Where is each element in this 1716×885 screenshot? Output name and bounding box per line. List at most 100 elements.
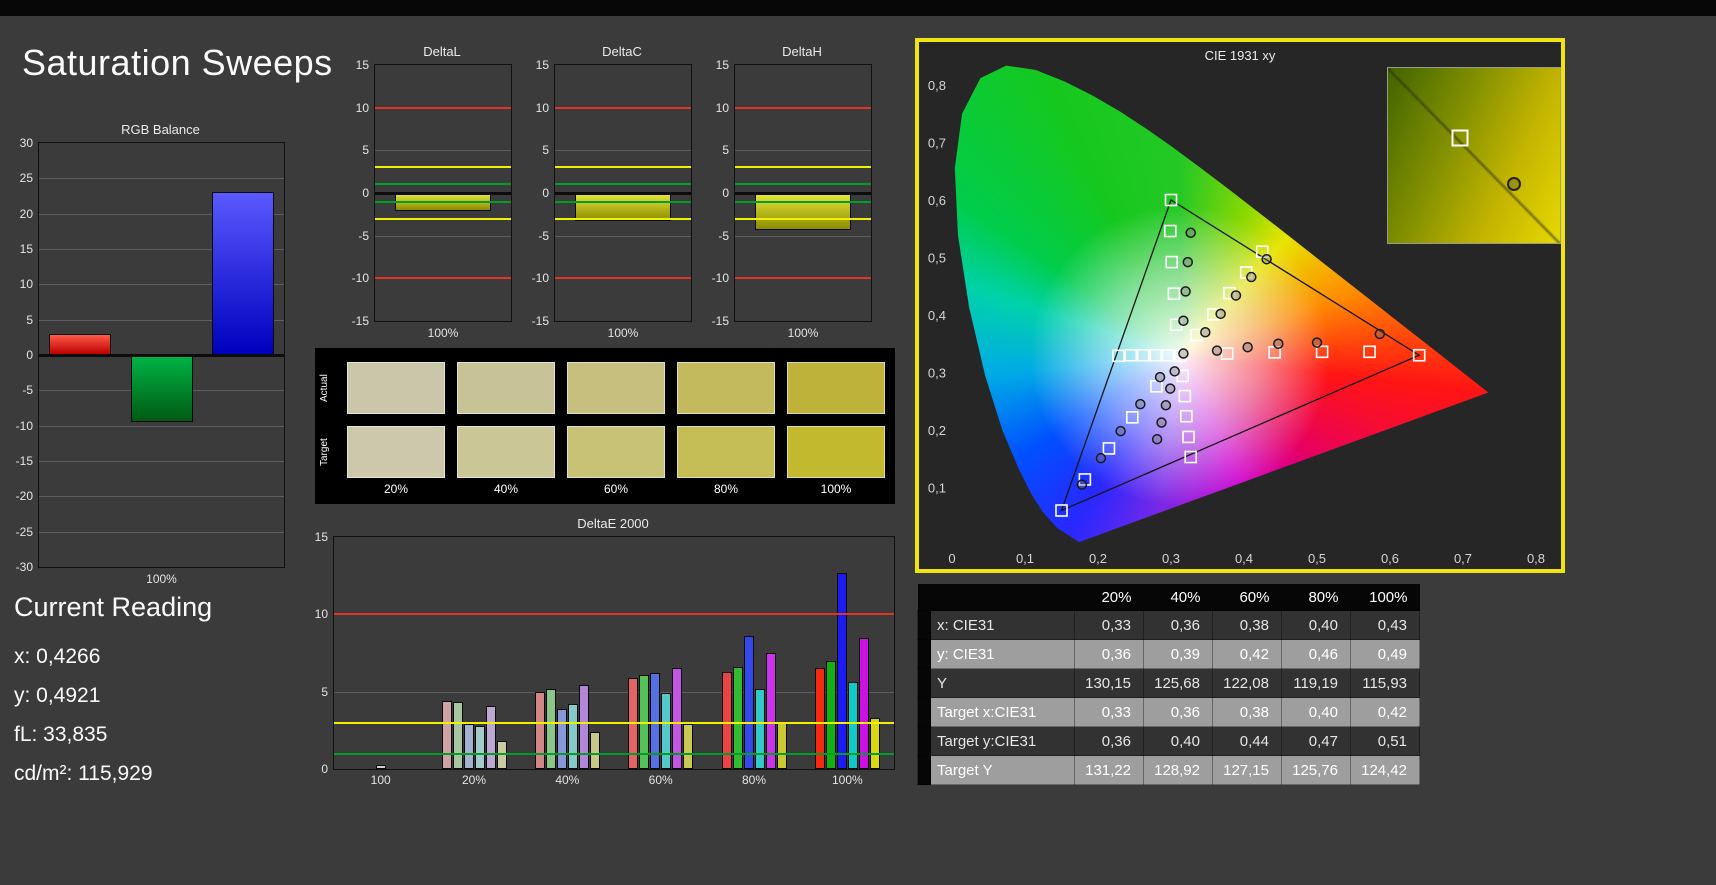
delta-l-plot: -15 -10 -5 0 5 10 15 100% (352, 58, 512, 340)
table-value: 0,38 (1212, 697, 1282, 727)
measured-marker (1135, 398, 1146, 410)
x-tick-label: 0,5 (1308, 551, 1326, 566)
y-tick-label: 25 (19, 171, 33, 186)
y-tick-label: 15 (314, 530, 328, 544)
x-tick-label: 0,4 (1235, 551, 1253, 566)
page-title: Saturation Sweeps (22, 42, 333, 83)
delta-h-chart[interactable]: DeltaH -15 -10 -5 0 5 10 15 100% (700, 42, 886, 348)
table-value: 0,47 (1281, 726, 1351, 756)
table-value: 130,15 (1074, 668, 1144, 698)
table-value: 0,36 (1074, 726, 1144, 756)
measured-marker (1200, 327, 1211, 338)
reading-y: y: 0,4921 (14, 684, 101, 707)
y-tick-label: 0,8 (928, 78, 946, 93)
group-label: 100 (370, 773, 391, 787)
y-tick-label: 0,5 (928, 251, 946, 266)
deltae-bar (485, 705, 496, 769)
target-marker (1126, 411, 1139, 424)
guide-line (334, 752, 894, 755)
measured-marker (1182, 256, 1194, 268)
cie-diagram-panel[interactable]: 0 0,1 0,2 0,3 0,4 0,5 0,6 0,7 0,8 0,1 0,2 0,3 0,4 0,5… (915, 38, 1565, 573)
table-value: 124,42 (1350, 755, 1420, 785)
target-marker (1161, 348, 1175, 362)
x-tick-label: 0,7 (1454, 551, 1472, 566)
table-value: 0,36 (1143, 610, 1213, 640)
guide-line (375, 217, 511, 220)
measured-marker (1215, 308, 1226, 320)
y-tick-label: 0 (26, 348, 33, 362)
target-marker (1149, 348, 1162, 362)
y-tick-label: -5 (538, 228, 549, 243)
measured-marker (1160, 400, 1172, 411)
delta-e-chart[interactable]: DeltaE 2000 0 5 10 15 100 20% 40% 60% 80% 100% (315, 510, 907, 790)
x-tick-label: 0,1 (1016, 551, 1034, 566)
y-tick-label: 0 (362, 186, 369, 200)
deltae-bar (545, 688, 556, 769)
table-col-header: 60% (1212, 584, 1282, 611)
table-value: 0,49 (1350, 639, 1420, 669)
guide-line (735, 106, 871, 109)
swatch-col-label: 100% (820, 482, 852, 496)
y-tick-label: 5 (362, 143, 369, 158)
delta-l-chart[interactable]: DeltaL -15 -10 -5 0 5 10 15 100% (340, 42, 526, 348)
group-label: 40% (555, 773, 580, 787)
table-corner-cell (917, 584, 1075, 611)
table-value: 127,15 (1212, 755, 1282, 785)
y-tick-label: -15 (711, 314, 729, 328)
y-tick-label: 5 (542, 143, 549, 158)
current-reading-panel: Current Reading x: 0,4266 y: 0,4921 fL: 33… (14, 592, 212, 801)
measurement-table[interactable]: 20% 40% 60% 80% 100% x: CIE31 0,33 0,36 0,38 0,40… (917, 584, 1420, 785)
reading-x: x: 0,4266 (14, 645, 101, 668)
y-tick-label: 10 (355, 100, 369, 115)
guide-line (555, 217, 691, 220)
guide-line (375, 106, 511, 109)
y-tick-label: 15 (355, 58, 369, 72)
row-label: Target Y (930, 755, 1075, 785)
measured-marker (1185, 227, 1196, 239)
deltae-bar (847, 682, 858, 769)
swatch-col-label: 60% (603, 482, 629, 496)
y-tick-label: 0,4 (928, 308, 946, 323)
y-tick-label: 30 (19, 136, 33, 150)
calibration-app-window: { "page": { "title": "Saturation Sweeps"… (0, 0, 1716, 885)
table-value: 115,93 (1350, 668, 1420, 698)
table-value: 0,43 (1350, 610, 1420, 640)
swatch-comparison-panel[interactable]: Actual Target 20% 40% 60% 80% 100% (315, 348, 895, 504)
row-indicator-cell (917, 610, 931, 640)
rgb-balance-chart[interactable]: RGB Balance -30 -25 -20 -15 -10 -5 0 5 10 15 20 25 3… (0, 118, 312, 596)
deltae-bar (452, 702, 463, 769)
zero-axis-line (375, 191, 511, 195)
measured-marker (1115, 425, 1126, 437)
group-label: 20% (461, 773, 487, 787)
cie-title: CIE 1931 xy (1204, 48, 1276, 63)
swatch-target-80% (677, 426, 775, 478)
gridline (375, 150, 511, 152)
table-value: 0,33 (1074, 697, 1144, 727)
measured-marker (1178, 315, 1189, 326)
row-indicator-cell (917, 726, 931, 756)
swatch-col-label: 20% (383, 482, 409, 496)
guide-line (735, 277, 871, 280)
guide-line (555, 183, 691, 186)
y-tick-label: 0 (321, 762, 328, 776)
y-tick-label: -10 (351, 271, 369, 286)
delta-e-plot: 0 5 10 15 100 20% 40% 60% 80% 100% (315, 530, 895, 787)
measured-marker (1273, 338, 1284, 349)
delta-c-chart[interactable]: DeltaC -15 -10 -5 0 5 10 15 100% (520, 42, 706, 348)
table-value: 125,68 (1143, 668, 1213, 698)
deltae-bar (836, 572, 847, 769)
measured-marker (1230, 290, 1242, 301)
row-label: Target y:CIE31 (930, 726, 1075, 756)
swatch-col-label: 40% (493, 482, 519, 496)
group-label: 60% (648, 773, 673, 787)
y-tick-label: -25 (15, 524, 33, 539)
table-col-header: 20% (1074, 584, 1144, 611)
table-row: Y 130,15 125,68 122,08 119,19 115,93 (917, 668, 1420, 698)
measured-marker (1246, 271, 1257, 283)
y-tick-label: 15 (535, 58, 549, 72)
bar-red (48, 333, 111, 355)
swatch-target-60% (567, 426, 665, 478)
measured-marker (1076, 479, 1088, 490)
current-reading-values: x: 0,4266 y: 0,4921 fL: 33,835 cd/m²: 115,9… (14, 645, 212, 786)
measured-marker (1180, 286, 1191, 297)
